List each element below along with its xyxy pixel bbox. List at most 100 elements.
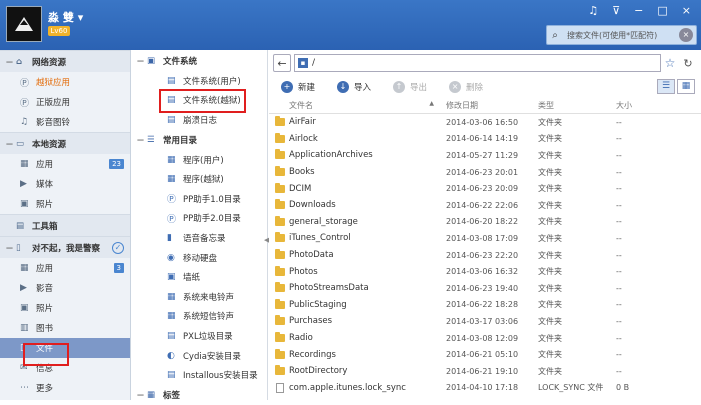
table-row[interactable]: Radio 2014-03-08 12:09 文件夹 -- [269,330,701,347]
dir-item-pp1[interactable]: Ⓟ PP助手1.0目录 [131,189,267,209]
collapse-icon: — [137,390,144,399]
apps-icon: ▦ [167,174,176,185]
export-button[interactable]: ↑ 导出 [393,81,427,93]
refresh-icon[interactable]: ↻ [679,57,697,70]
music-icon[interactable]: ♫ [588,4,598,17]
table-row[interactable]: Books 2014-06-23 20:01 文件夹 -- [269,164,701,181]
cell-type: 文件夹 [538,300,562,310]
dir-item-usb-drive[interactable]: ◉ 移动硬盘 [131,248,267,268]
cell-date: 2014-06-23 22:20 [446,250,519,260]
installous-icon: ▤ [167,370,176,381]
common-dirs-header[interactable]: — ☰ 常用目录 [131,130,267,150]
cell-size: -- [616,366,622,376]
section-network-resources[interactable]: — ⌂ 网络资源 [0,50,130,72]
sidebar-item-label: 照片 [36,200,54,210]
drive-icon: ◉ [167,252,175,263]
cell-date: 2014-03-06 16:32 [446,267,519,277]
sidebar-item-device-books[interactable]: ▥ 图书 [0,318,130,338]
table-row[interactable]: Downloads 2014-06-22 22:06 文件夹 -- [269,197,701,214]
section-toolbox[interactable]: ▤ 工具箱 [0,214,130,236]
back-button[interactable]: ← [273,54,291,72]
maximize-icon[interactable]: □ [657,4,667,17]
cell-type: LOCK_SYNC 文件 [538,383,604,393]
dir-item-programs-user[interactable]: ▦ 程序(用户) [131,150,267,170]
section-device[interactable]: — ▯ 对不起，我是警察 ✓ [0,236,130,258]
list-icon: ☰ [147,134,155,145]
cell-type: 文件夹 [538,350,562,360]
sidebar-item-media-ringtones[interactable]: ♫ 影音图铃 [0,112,130,132]
search-box[interactable]: ⌕ 搜索文件(可使用*匹配符) × [546,25,697,45]
grid-view-icon[interactable]: ▦ [677,79,695,94]
sidebar-item-jailbreak-apps[interactable]: Ⓟ 越狱应用 [0,72,130,92]
table-row[interactable]: Recordings 2014-06-21 05:10 文件夹 -- [269,346,701,363]
username-text: 淼 雙 [48,11,74,24]
sidebar-item-device-photos[interactable]: ▣ 照片 [0,298,130,318]
import-button[interactable]: ↓ 导入 [337,81,371,93]
bookmarks-header[interactable]: — ▦ 标签 [131,385,267,405]
cell-type: 文件夹 [538,167,562,177]
file-name: Airlock [289,133,318,144]
close-icon[interactable]: × [682,4,691,17]
table-header: 文件名 ▲ 修改日期 类型 大小 [269,100,701,114]
table-row[interactable]: RootDirectory 2014-06-21 19:10 文件夹 -- [269,363,701,380]
table-row[interactable]: DCIM 2014-06-23 20:09 文件夹 -- [269,180,701,197]
table-row[interactable]: com.apple.itunes.lock_sync 2014-04-10 17:… [269,380,701,397]
folder-icon: ▤ [167,75,176,86]
sidebar-item-label: 正版应用 [36,98,71,108]
table-row[interactable]: PublicStaging 2014-06-22 18:28 文件夹 -- [269,297,701,314]
table-row[interactable]: ApplicationArchives 2014-05-27 11:29 文件夹 -- [269,147,701,164]
dir-item-programs-jailbreak[interactable]: ▦ 程序(越狱) [131,169,267,189]
search-input[interactable]: 搜索文件(可使用*匹配符) [563,30,679,41]
section-local-resources[interactable]: — ▭ 本地资源 [0,132,130,154]
clear-search-icon[interactable]: × [679,28,693,42]
column-header-size[interactable]: 大小 [610,100,700,113]
new-button[interactable]: + 新建 [281,81,315,93]
dir-item-wallpaper[interactable]: ▣ 墙纸 [131,267,267,287]
dir-item-pp2[interactable]: Ⓟ PP助手2.0目录 [131,209,267,229]
delete-button[interactable]: × 删除 [449,81,483,93]
dir-item-pxl-trash[interactable]: ▤ PXL垃圾目录 [131,326,267,346]
list-view-icon[interactable]: ☰ [657,79,675,94]
username[interactable]: 淼 雙 ▾ [48,9,83,25]
count-badge: 3 [113,263,124,273]
sidebar-item-local-photos[interactable]: ▣ 照片 [0,194,130,214]
table-row[interactable]: Airlock 2014-06-14 14:19 文件夹 -- [269,131,701,148]
dir-item-crash-logs[interactable]: ▤ 崩溃日志 [131,110,267,130]
column-header-date[interactable]: 修改日期 [440,100,532,113]
table-row[interactable]: general_storage 2014-06-20 18:22 文件夹 -- [269,214,701,231]
avatar[interactable] [6,6,42,42]
star-icon[interactable]: ☆ [661,56,679,70]
table-row[interactable]: iTunes_Control 2014-03-08 17:09 文件夹 -- [269,230,701,247]
path-input[interactable]: ▪ / [294,54,661,72]
cell-size: -- [616,217,622,227]
path-bar: ← ▪ / ☆ ↻ [273,54,697,72]
sidebar-item-local-media[interactable]: ▶ 媒体 [0,174,130,194]
dir-item-installous[interactable]: ▤ Installous安装目录 [131,365,267,385]
table-row[interactable]: PhotoStreamsData 2014-06-23 19:40 文件夹 -- [269,280,701,297]
table-row[interactable]: Photos 2014-03-06 16:32 文件夹 -- [269,263,701,280]
toolbox-icon: ▤ [16,220,25,231]
dir-item-voice-memos[interactable]: ▮ 语音备忘录 [131,228,267,248]
sidebar-item-device-more[interactable]: ⋯ 更多 [0,378,130,398]
cell-size: -- [616,300,622,310]
column-header-name[interactable]: 文件名 ▲ [269,100,440,113]
table-row[interactable]: Purchases 2014-03-17 03:06 文件夹 -- [269,313,701,330]
sidebar-item-device-media[interactable]: ▶ 影音 [0,278,130,298]
menu-icon[interactable]: ⊽ [612,4,620,17]
file-name: AirFair [289,117,316,128]
table-row[interactable]: AirFair 2014-03-06 16:50 文件夹 -- [269,114,701,131]
dir-item-system-ringtones[interactable]: ▦ 系统来电铃声 [131,287,267,307]
cell-name: Purchases [269,315,440,326]
dir-item-sms-tones[interactable]: ▦ 系统短信铃声 [131,307,267,327]
sidebar-item-local-apps[interactable]: ▦ 应用 23 [0,154,130,174]
folder-icon [275,116,285,127]
table-row[interactable]: PhotoData 2014-06-23 22:20 文件夹 -- [269,247,701,264]
dir-item-filesystem-user[interactable]: ▤ 文件系统(用户) [131,71,267,91]
sidebar-item-official-apps[interactable]: Ⓟ 正版应用 [0,92,130,112]
sidebar-item-device-apps[interactable]: ▦ 应用 3 [0,258,130,278]
dir-item-cydia[interactable]: ◐ Cydia安装目录 [131,346,267,366]
cell-name: PhotoStreamsData [269,282,440,293]
filesystem-header[interactable]: — ▣ 文件系统 [131,51,267,71]
column-header-type[interactable]: 类型 [532,100,610,113]
minimize-icon[interactable]: − [634,4,643,17]
